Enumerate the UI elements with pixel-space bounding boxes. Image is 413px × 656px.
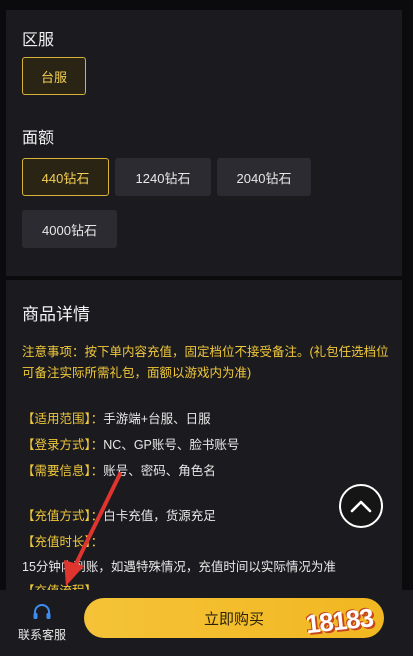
detail-row-duration: 【充值时长】： (22, 531, 103, 550)
details-card: 商品详情 注意事项：按下单内容充值，固定档位不接受备注。(礼包任选档位可备注实际… (6, 280, 402, 590)
detail-value: 白卡充值，货源充足 (103, 509, 216, 523)
amount-title: 面额 (22, 130, 55, 147)
detail-row-scope: 【适用范围】：手游端+台服、日服 (22, 408, 211, 427)
detail-row-info: 【需要信息】：账号、密码、角色名 (22, 460, 216, 479)
detail-extra-line: 15分钟内到账，如遇特殊情况，充值时间以实际情况为准 (22, 560, 336, 574)
headset-icon (33, 604, 51, 619)
detail-value: NC、GP账号、脸书账号 (103, 438, 240, 452)
amount-option-4000[interactable]: 4000钻石 (22, 210, 117, 248)
detail-key: 【适用范围】： (22, 412, 104, 426)
contact-service-label: 联系客服 (17, 628, 66, 642)
options-card: 区服 台服 面额 440钻石 1240钻石 2040钻石 4000钻石 (6, 10, 402, 276)
amount-option-2040[interactable]: 2040钻石 (217, 158, 311, 196)
details-title: 商品详情 (22, 305, 90, 324)
detail-key: 【充值时长】： (22, 535, 104, 549)
region-title: 区服 (22, 32, 55, 49)
detail-key: 【登录方式】： (22, 438, 104, 452)
region-option-tw[interactable]: 台服 (22, 57, 86, 95)
scroll-top-button[interactable] (339, 484, 383, 528)
amount-option-1240[interactable]: 1240钻石 (115, 158, 211, 196)
amount-option-440[interactable]: 440钻石 (22, 158, 109, 196)
detail-key: 【需要信息】： (22, 464, 104, 478)
detail-cut-line: 【充值流程】 (22, 580, 97, 590)
detail-value: 手游端+台服、日服 (103, 412, 211, 426)
notice-text: 注意事项：按下单内容充值，固定档位不接受备注。(礼包任选档位可备注实际所需礼包，… (22, 345, 389, 380)
chevron-up-icon (350, 500, 372, 513)
detail-row-login: 【登录方式】：NC、GP账号、脸书账号 (22, 434, 239, 453)
detail-value: 账号、密码、角色名 (103, 464, 216, 478)
detail-key: 【充值方式】： (22, 509, 104, 523)
contact-service-button[interactable]: 联系客服 (6, 590, 78, 656)
detail-row-method: 【充值方式】：白卡充值，货源充足 (22, 505, 216, 524)
